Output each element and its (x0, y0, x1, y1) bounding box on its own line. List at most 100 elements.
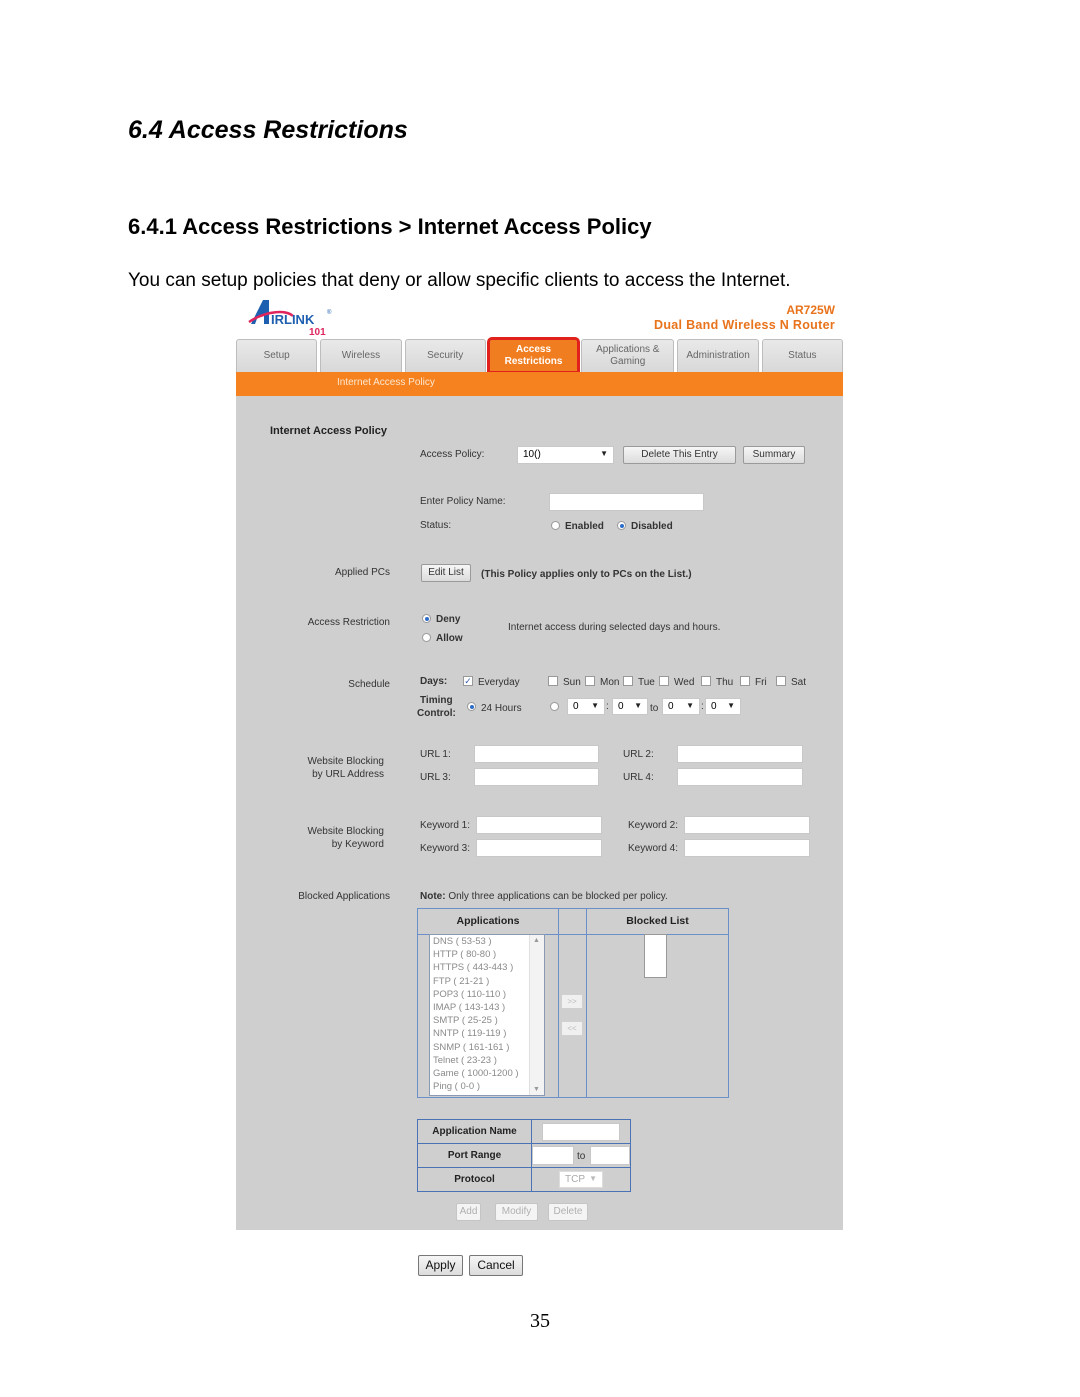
day-wed-checkbox[interactable] (659, 676, 669, 686)
tab-applications-gaming[interactable]: Applications & Gaming (581, 339, 675, 372)
app-option[interactable]: HTTPS ( 443-443 ) (430, 961, 544, 974)
blocked-apps-note: Note: Only three applications can be blo… (420, 891, 668, 902)
port-from-input[interactable] (532, 1146, 574, 1165)
add-to-blocked-button[interactable]: >> (561, 994, 583, 1009)
deny-radio[interactable] (422, 614, 431, 623)
keyword-3-label: Keyword 3: (420, 843, 471, 854)
tab-access-restrictions[interactable]: Access Restrictions (486, 337, 581, 374)
day-tue-checkbox[interactable] (623, 676, 633, 686)
section-heading: 6.4 Access Restrictions (128, 116, 408, 144)
tab-security[interactable]: Security (404, 339, 486, 372)
main-tabs: Setup Wireless Security Access Restricti… (236, 337, 843, 374)
column-divider (586, 909, 587, 1097)
status-disabled-radio[interactable] (617, 521, 626, 530)
day-sun-checkbox[interactable] (548, 676, 558, 686)
apply-button[interactable]: Apply (418, 1255, 463, 1276)
subnav-internet-access-policy[interactable]: Internet Access Policy (337, 377, 435, 388)
access-policy-select[interactable]: 10() ▼ (517, 446, 614, 464)
to-hour-select[interactable]: 0 ▼ (662, 698, 700, 715)
hours-24-radio[interactable] (467, 702, 476, 711)
keyword-2-label: Keyword 2: (628, 820, 679, 831)
application-name-row: Application Name (418, 1120, 630, 1144)
delete-entry-button[interactable]: Delete This Entry (623, 446, 736, 464)
port-to-input[interactable] (590, 1146, 630, 1165)
app-option[interactable]: FTP ( 21-21 ) (430, 975, 544, 988)
scroll-up-icon[interactable]: ▲ (533, 937, 540, 944)
protocol-select[interactable]: TCP ▼ (559, 1171, 603, 1188)
app-option[interactable]: DNS ( 53-53 ) (430, 935, 544, 948)
url-2-input[interactable] (677, 745, 803, 763)
content-panel (236, 396, 843, 1230)
status-enabled-radio[interactable] (551, 521, 560, 530)
protocol-label: Protocol (418, 1168, 532, 1192)
tab-wireless[interactable]: Wireless (320, 339, 402, 372)
access-restriction-description: Internet access during selected days and… (508, 622, 721, 633)
custom-time-radio[interactable] (550, 702, 559, 711)
edit-list-button[interactable]: Edit List (421, 564, 471, 582)
tab-administration[interactable]: Administration (677, 339, 759, 372)
listbox-scrollbar[interactable]: ▲ ▼ (529, 935, 544, 1095)
to-hour-value: 0 (668, 701, 674, 712)
applications-listbox[interactable]: DNS ( 53-53 ) HTTP ( 80-80 ) HTTPS ( 443… (429, 934, 545, 1096)
port-range-label: Port Range (418, 1144, 532, 1167)
chevron-down-icon: ▼ (589, 1174, 597, 1183)
status-label: Status: (420, 520, 452, 531)
note-prefix: Note: (420, 891, 446, 902)
keyword-1-label: Keyword 1: (420, 820, 471, 831)
page-number: 35 (530, 1310, 550, 1332)
access-policy-label: Access Policy: (420, 449, 485, 460)
day-wed-label: Wed (674, 677, 695, 688)
url-3-input[interactable] (474, 768, 599, 786)
scroll-down-icon[interactable]: ▼ (533, 1086, 540, 1093)
to-minute-select[interactable]: 0 ▼ (705, 698, 741, 715)
svg-text:®: ® (327, 309, 332, 316)
day-sat-checkbox[interactable] (776, 676, 786, 686)
url-1-label: URL 1: (420, 749, 451, 760)
keyword-4-input[interactable] (684, 839, 810, 857)
remove-from-blocked-button[interactable]: << (561, 1021, 583, 1036)
app-option[interactable]: IMAP ( 143-143 ) (430, 1001, 544, 1014)
access-restriction-label: Access Restriction (307, 617, 390, 628)
modify-app-button[interactable]: Modify (495, 1203, 538, 1221)
day-thu-checkbox[interactable] (701, 676, 711, 686)
app-option[interactable]: Ping ( 0-0 ) (430, 1080, 544, 1093)
hours-24-label: 24 Hours (481, 703, 522, 714)
app-option[interactable]: HTTP ( 80-80 ) (430, 948, 544, 961)
url-4-input[interactable] (677, 768, 803, 786)
timing-label: Timing (420, 695, 453, 706)
app-option[interactable]: SNMP ( 161-161 ) (430, 1041, 544, 1054)
everyday-checkbox[interactable]: ✓ (463, 676, 473, 686)
blocked-list-header: Blocked List (587, 909, 728, 935)
summary-button[interactable]: Summary (743, 446, 805, 464)
app-option[interactable]: SMTP ( 25-25 ) (430, 1014, 544, 1027)
add-app-button[interactable]: Add (456, 1203, 481, 1221)
day-fri-checkbox[interactable] (740, 676, 750, 686)
keyword-3-input[interactable] (476, 839, 602, 857)
day-mon-label: Mon (600, 677, 620, 688)
policy-name-label: Enter Policy Name: (420, 496, 506, 507)
blocked-listbox[interactable] (644, 934, 667, 978)
app-option[interactable]: NNTP ( 119-119 ) (430, 1027, 544, 1040)
policy-name-input[interactable] (549, 493, 704, 511)
application-name-input[interactable] (542, 1123, 620, 1141)
day-mon-checkbox[interactable] (585, 676, 595, 686)
chevron-down-icon: ▼ (727, 701, 735, 710)
app-option[interactable]: POP3 ( 110-110 ) (430, 988, 544, 1001)
svg-text:101: 101 (309, 327, 326, 338)
port-to-label: to (577, 1151, 586, 1162)
url-1-input[interactable] (474, 745, 599, 763)
tab-status[interactable]: Status (761, 339, 843, 372)
tab-setup[interactable]: Setup (236, 339, 318, 372)
app-option[interactable]: Game ( 1000-1200 ) (430, 1067, 544, 1080)
keyword-2-input[interactable] (684, 816, 810, 834)
keyword-blocking-label-2: by Keyword (331, 839, 384, 850)
allow-radio[interactable] (422, 633, 431, 642)
app-option[interactable]: Telnet ( 23-23 ) (430, 1054, 544, 1067)
from-hour-select[interactable]: 0 ▼ (567, 698, 605, 715)
note-text: Only three applications can be blocked p… (448, 891, 668, 902)
delete-app-button[interactable]: Delete (548, 1203, 588, 1221)
cancel-button[interactable]: Cancel (469, 1255, 523, 1276)
from-hour-value: 0 (573, 701, 579, 712)
from-minute-select[interactable]: 0 ▼ (612, 698, 648, 715)
keyword-1-input[interactable] (476, 816, 602, 834)
